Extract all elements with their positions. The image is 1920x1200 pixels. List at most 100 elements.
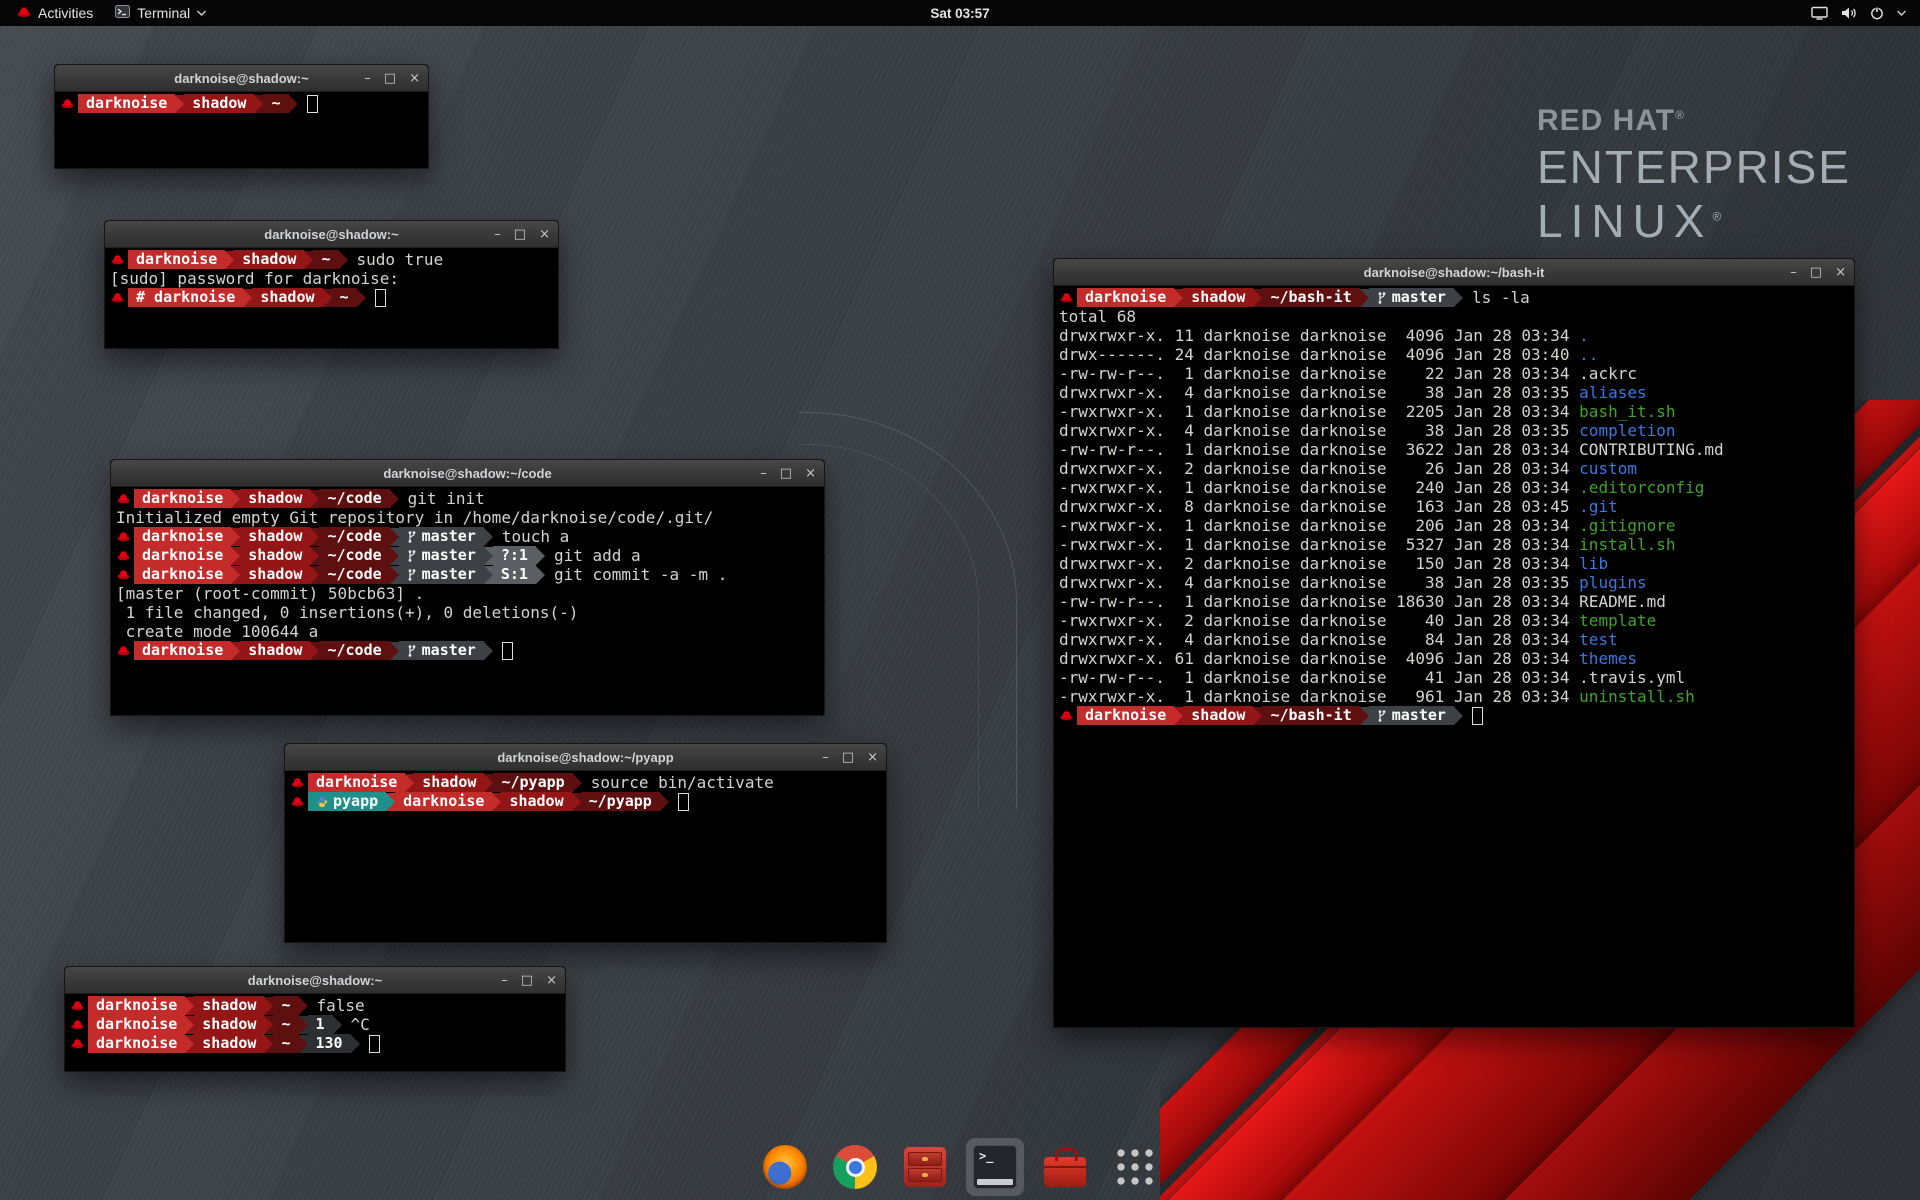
top-bar: Activities Terminal Sat 03:57 xyxy=(0,0,1920,26)
window-titlebar[interactable]: darknoise@shadow:~–□× xyxy=(55,65,428,92)
close-button[interactable]: × xyxy=(546,974,557,987)
close-button[interactable]: × xyxy=(1835,266,1846,279)
close-button[interactable]: × xyxy=(805,467,816,480)
dock-item-files[interactable] xyxy=(896,1138,954,1196)
redhat-prompt-icon xyxy=(60,98,78,109)
terminal-window-home-1[interactable]: darknoise@shadow:~–□×darknoiseshadow~ xyxy=(54,64,429,169)
close-button[interactable]: × xyxy=(539,228,550,241)
maximize-button[interactable]: □ xyxy=(780,467,792,480)
powerline-separator xyxy=(225,251,234,269)
terminal-line: [sudo] password for darknoise: xyxy=(110,269,558,288)
terminal-line: -rwxrwxr-x. 1 darknoise darknoise 5327 J… xyxy=(1059,535,1854,554)
dock-item-app-grid[interactable] xyxy=(1106,1138,1164,1196)
app-menu-terminal[interactable]: Terminal xyxy=(104,0,217,26)
terminal-window-sudo[interactable]: darknoise@shadow:~ –□ × darknoiseshadow~sud… xyxy=(104,220,559,349)
powerline-separator xyxy=(323,289,332,307)
powerline-separator xyxy=(310,547,319,565)
prompt-segment-host: shadow xyxy=(240,641,310,660)
git-branch-icon xyxy=(407,568,417,582)
window-titlebar[interactable]: darknoise@shadow:~–□× xyxy=(65,967,565,994)
terminal-line: 1 file changed, 0 insertions(+), 0 delet… xyxy=(116,603,824,622)
window-titlebar[interactable]: darknoise@shadow:~/bash-it–□× xyxy=(1054,259,1854,286)
app-grid-icon xyxy=(1114,1146,1156,1188)
clock[interactable]: Sat 03:57 xyxy=(930,6,989,21)
powerline-separator xyxy=(1454,707,1463,725)
prompt-segment-user: darknoise xyxy=(134,489,231,508)
powerline-separator xyxy=(231,547,240,565)
executable-name: template xyxy=(1579,611,1656,630)
terminal-window-pyapp[interactable]: darknoise@shadow:~/pyapp –□ × darknoiseshad… xyxy=(284,743,887,943)
minimize-button[interactable]: – xyxy=(501,974,508,987)
prompt-segment-host: shadow xyxy=(194,996,264,1015)
dock-item-terminal[interactable]: >_ xyxy=(966,1138,1024,1196)
terminal-line: darknoiseshadow~/codemaster xyxy=(116,641,824,660)
minimize-button[interactable]: – xyxy=(822,751,829,764)
powerline-separator xyxy=(299,1035,308,1053)
window-titlebar[interactable]: darknoise@shadow:~ –□ × xyxy=(105,221,558,248)
terminal-cursor xyxy=(1472,707,1483,725)
dock-item-toolbox[interactable] xyxy=(1036,1138,1094,1196)
system-status-area[interactable] xyxy=(1811,0,1920,26)
powerline-separator xyxy=(484,528,493,546)
powerline-separator xyxy=(484,566,493,584)
maximize-button[interactable]: □ xyxy=(514,228,526,241)
command-text: touch a xyxy=(493,527,569,546)
maximize-button[interactable]: □ xyxy=(521,974,533,987)
redhat-prompt-icon xyxy=(110,292,128,303)
terminal-line: drwxrwxr-x. 61 darknoise darknoise 4096 … xyxy=(1059,649,1854,668)
powerline-separator xyxy=(299,997,308,1015)
terminal-line: -rw-rw-r--. 1 darknoise darknoise 18630 … xyxy=(1059,592,1854,611)
dock-item-chrome[interactable] xyxy=(826,1138,884,1196)
prompt-segment-git: master xyxy=(1369,288,1454,307)
terminal-content[interactable]: darknoiseshadow~falsedarknoiseshadow~1^C… xyxy=(65,994,565,1053)
close-button[interactable]: × xyxy=(867,751,878,764)
directory-name: completion xyxy=(1579,421,1675,440)
maximize-button[interactable]: □ xyxy=(842,751,854,764)
output-text: 1 file changed, 0 insertions(+), 0 delet… xyxy=(116,603,578,622)
volume-icon[interactable] xyxy=(1841,6,1857,20)
terminal-content[interactable]: darknoiseshadow~/pyappsource bin/activat… xyxy=(285,771,886,811)
terminal-window-bash-it[interactable]: darknoise@shadow:~/bash-it–□×darknoisesh… xyxy=(1053,258,1855,1028)
powerline-separator xyxy=(310,490,319,508)
app-menu-label: Terminal xyxy=(137,5,190,21)
powerline-separator xyxy=(573,774,582,792)
powerline-separator xyxy=(310,642,319,660)
dock-item-firefox[interactable] xyxy=(756,1138,814,1196)
powerline-separator xyxy=(1253,289,1262,307)
terminal-window-code[interactable]: darknoise@shadow:~/code–□×darknoiseshado… xyxy=(110,459,825,716)
maximize-button[interactable]: □ xyxy=(1810,266,1822,279)
minimize-button[interactable]: – xyxy=(1790,266,1797,279)
terminal-line: Initialized empty Git repository in /hom… xyxy=(116,508,824,527)
redhat-prompt-icon xyxy=(70,1000,88,1011)
terminal-line: darknoiseshadow~/bash-itmaster xyxy=(1059,706,1854,725)
output-text: -rwxrwxr-x. 1 darknoise darknoise 5327 J… xyxy=(1059,535,1579,554)
window-titlebar[interactable]: darknoise@shadow:~/pyapp –□ × xyxy=(285,744,886,771)
window-title: darknoise@shadow:~/code xyxy=(383,466,551,481)
directory-name: custom xyxy=(1579,459,1637,478)
powerline-separator xyxy=(231,490,240,508)
close-button[interactable]: × xyxy=(409,72,420,85)
terminal-content[interactable]: darknoiseshadow~sudo true[sudo] password… xyxy=(105,248,558,307)
activities-button[interactable]: Activities xyxy=(6,0,104,26)
redhat-prompt-icon xyxy=(290,796,308,807)
power-icon[interactable] xyxy=(1870,6,1884,20)
redhat-logo-icon xyxy=(17,5,31,21)
window-title: darknoise@shadow:~ xyxy=(264,227,398,242)
display-icon[interactable] xyxy=(1811,6,1828,20)
terminal-line: drwxrwxr-x. 11 darknoise darknoise 4096 … xyxy=(1059,326,1854,345)
terminal-window-exitcodes[interactable]: darknoise@shadow:~–□×darknoiseshadow~fal… xyxy=(64,966,566,1072)
chrome-icon xyxy=(833,1145,877,1189)
terminal-line: -rw-rw-r--. 1 darknoise darknoise 22 Jan… xyxy=(1059,364,1854,383)
terminal-content[interactable]: darknoiseshadow~/codegit initInitialized… xyxy=(111,487,824,660)
terminal-content[interactable]: darknoiseshadow~ xyxy=(55,92,428,113)
minimize-button[interactable]: – xyxy=(494,228,501,241)
window-titlebar[interactable]: darknoise@shadow:~/code –□ × xyxy=(111,460,824,487)
minimize-button[interactable]: – xyxy=(364,72,371,85)
powerline-separator xyxy=(405,774,414,792)
powerline-separator xyxy=(339,251,348,269)
minimize-button[interactable]: – xyxy=(760,467,767,480)
window-title: darknoise@shadow:~/pyapp xyxy=(497,750,673,765)
terminal-content[interactable]: darknoiseshadow~/bash-itmasterls -latota… xyxy=(1054,286,1854,725)
terminal-line: darknoiseshadow~/codemaster?:1git add a xyxy=(116,546,824,565)
maximize-button[interactable]: □ xyxy=(384,72,396,85)
